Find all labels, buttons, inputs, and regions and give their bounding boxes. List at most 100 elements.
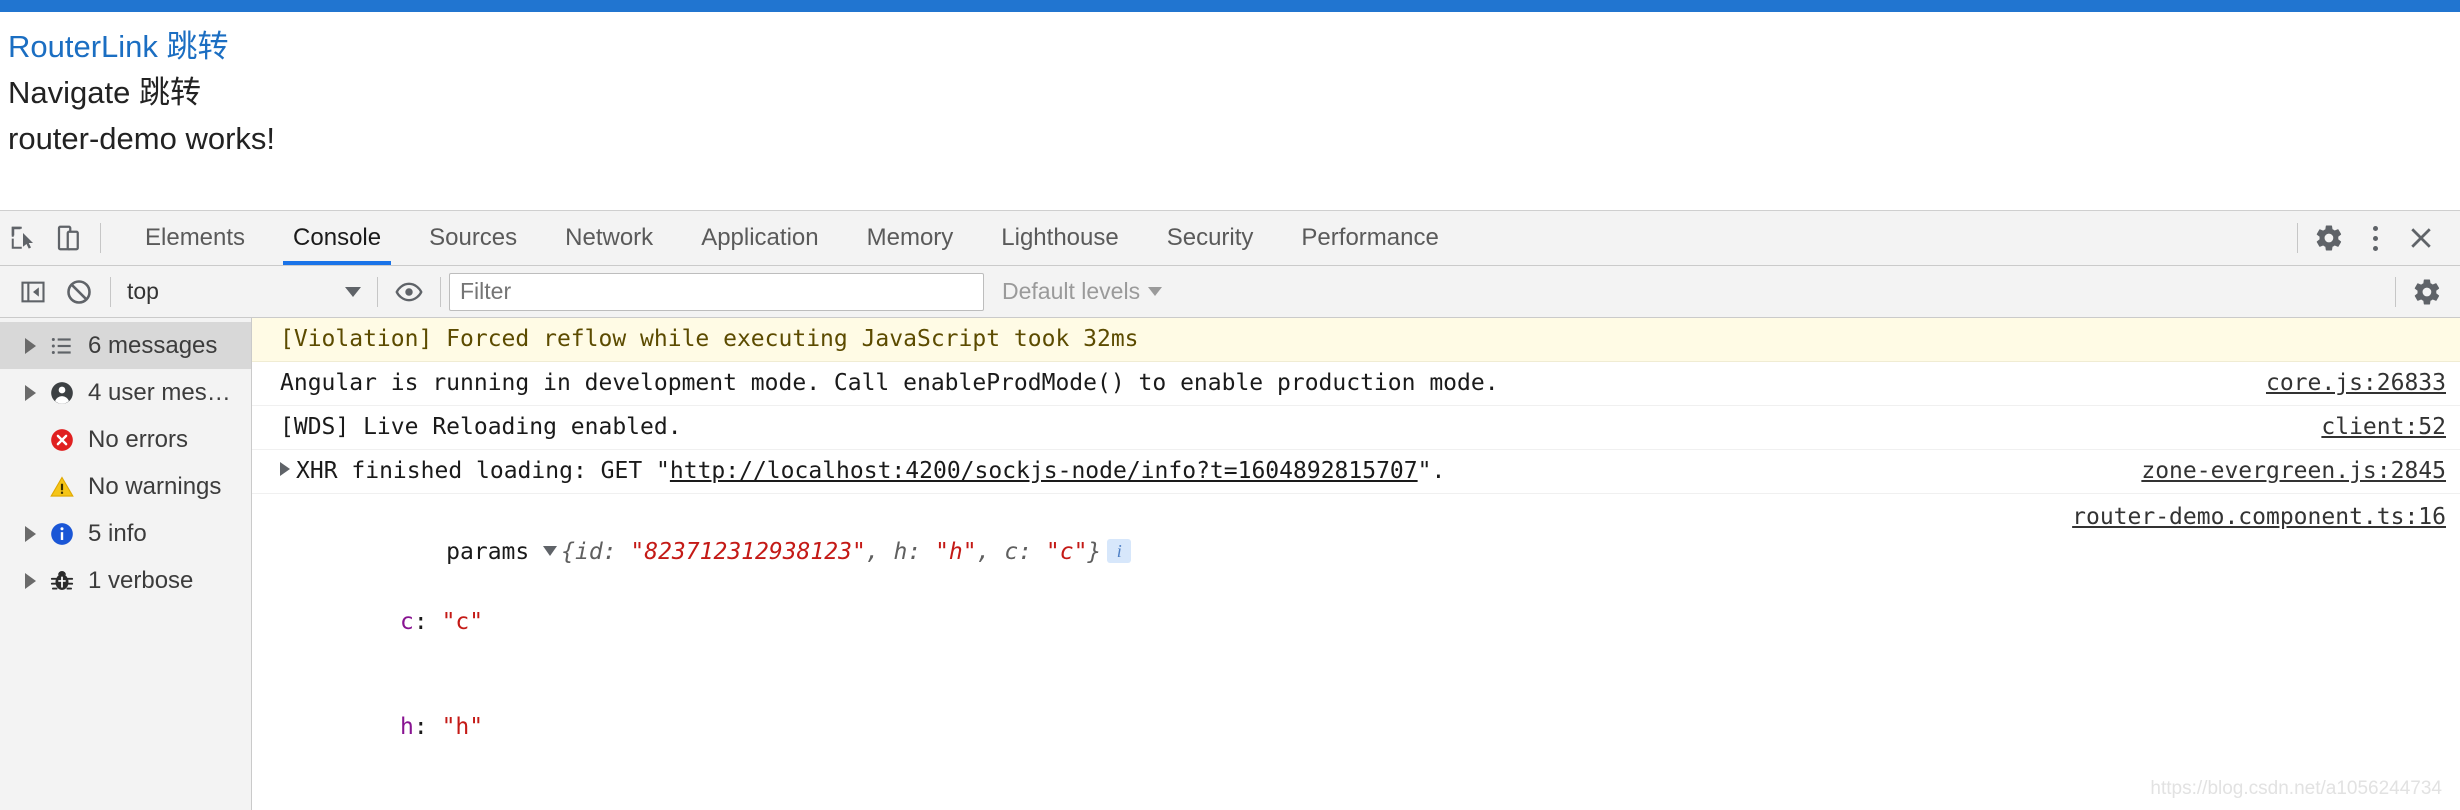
params-header-line: params {id: "823712312938123", h: "h", c… [446, 538, 1132, 565]
clear-console-icon[interactable] [56, 269, 102, 315]
params-prop-c: c: "c" [280, 605, 2054, 640]
sidebar-item-user-messages[interactable]: 4 user mes… [0, 369, 251, 416]
params-preview-close: } [1087, 538, 1102, 565]
console-body: 6 messages 4 user mes… No errors No warn… [0, 318, 2460, 810]
tab-performance[interactable]: Performance [1277, 211, 1462, 265]
expand-arrow-icon[interactable] [18, 525, 42, 542]
message-text: XHR finished loading: GET "http://localh… [280, 454, 2123, 489]
params-preview-val-c: "c" [1045, 538, 1088, 565]
tab-memory[interactable]: Memory [843, 211, 978, 265]
xhr-url-link[interactable]: http://localhost:4200/sockjs-node/info?t… [670, 458, 1418, 484]
sidebar-item-label: 5 info [88, 519, 147, 547]
info-badge-icon[interactable]: i [1107, 538, 1132, 563]
message-source-link[interactable]: client:52 [2321, 410, 2446, 445]
toolbar-divider [100, 223, 101, 253]
sidebar-item-label: No errors [88, 425, 189, 453]
message-source-link[interactable]: router-demo.component.ts:16 [2072, 500, 2446, 535]
devtools-tabstrip: Elements Console Sources Network Applica… [0, 211, 2460, 266]
settings-gear-icon[interactable] [2306, 215, 2352, 261]
live-expression-eye-icon[interactable] [386, 269, 432, 315]
tab-application[interactable]: Application [677, 211, 842, 265]
log-levels-label: Default levels [1002, 278, 1141, 304]
close-icon[interactable] [2398, 215, 2444, 261]
console-message-violation[interactable]: [Violation] Forced reflow while executin… [252, 318, 2460, 362]
devtools-tabstrip-actions [2289, 215, 2460, 261]
chevron-down-icon [345, 286, 361, 297]
sidebar-item-errors[interactable]: No errors [0, 416, 251, 463]
expand-arrow-icon[interactable] [280, 461, 290, 476]
sidebar-item-label: 6 messages [88, 331, 218, 359]
warning-icon [42, 474, 82, 500]
console-message-params[interactable]: params {id: "823712312938123", h: "h", c… [252, 494, 2460, 810]
tab-elements[interactable]: Elements [121, 211, 269, 265]
collapse-arrow-icon[interactable] [543, 545, 558, 556]
message-text: [Violation] Forced reflow while executin… [280, 326, 1139, 352]
execution-context-value: top [127, 278, 159, 304]
message-source-link[interactable]: core.js:26833 [2266, 366, 2446, 401]
console-toolbar-divider-3 [440, 276, 441, 307]
params-preview-open: { [561, 538, 575, 565]
console-message-wds[interactable]: [WDS] Live Reloading enabled. client:52 [252, 406, 2460, 450]
prop-value: "c" [441, 608, 484, 635]
params-sep-5: : [1018, 538, 1046, 565]
message-text: params {id: "823712312938123", h: "h", c… [280, 500, 2054, 810]
sidebar-item-warnings[interactable]: No warnings [0, 463, 251, 510]
console-toolbar-divider-1 [110, 276, 111, 307]
filter-input[interactable] [449, 272, 984, 311]
log-levels-dropdown[interactable]: Default levels [1002, 278, 1163, 305]
toolbar-divider-right [2297, 223, 2298, 253]
console-message-angular[interactable]: Angular is running in development mode. … [252, 362, 2460, 406]
prop-sep: : [413, 713, 442, 740]
sidebar-item-label: 1 verbose [88, 566, 194, 594]
console-toolbar: top Default levels [0, 266, 2460, 318]
params-label: params [446, 538, 530, 565]
inspect-element-icon[interactable] [0, 215, 46, 261]
device-toolbar-icon[interactable] [46, 215, 92, 261]
user-icon [42, 380, 82, 406]
sidebar-item-label: No warnings [88, 472, 222, 500]
params-preview-val-h: "h" [935, 538, 977, 565]
execution-context-select[interactable]: top [119, 275, 369, 309]
params-preview-key-c: c [1004, 538, 1019, 565]
console-sidebar-toggle-icon[interactable] [10, 269, 56, 315]
info-icon [42, 521, 82, 547]
expand-arrow-icon[interactable] [18, 572, 42, 589]
sidebar-item-messages[interactable]: 6 messages [0, 322, 251, 369]
chevron-down-icon-levels [1148, 287, 1163, 296]
tab-sources[interactable]: Sources [405, 211, 541, 265]
devtools-tabs: Elements Console Sources Network Applica… [121, 211, 1463, 265]
browser-top-bar [0, 0, 2460, 12]
message-text: [WDS] Live Reloading enabled. [280, 413, 682, 440]
tab-console[interactable]: Console [269, 211, 405, 265]
prop-key: h [400, 713, 414, 740]
list-icon [42, 333, 82, 359]
params-preview-val-id: "823712312938123" [630, 538, 866, 565]
console-toolbar-actions [2387, 269, 2450, 315]
params-preview-key-h: h [893, 538, 908, 565]
prop-value: "h" [441, 713, 484, 740]
console-message-xhr[interactable]: XHR finished loading: GET "http://localh… [252, 450, 2460, 494]
console-settings-gear-icon[interactable] [2404, 269, 2450, 315]
sidebar-item-info[interactable]: 5 info [0, 510, 251, 557]
expand-arrow-icon[interactable] [18, 384, 42, 401]
navigate-text: Navigate 跳转 [8, 74, 201, 110]
sidebar-item-verbose[interactable]: 1 verbose [0, 557, 251, 604]
prop-sep: : [413, 608, 442, 635]
console-messages-list: [Violation] Forced reflow while executin… [252, 318, 2460, 810]
error-icon [42, 427, 82, 453]
routerlink-navigate-link[interactable]: RouterLink 跳转 [8, 24, 2452, 70]
router-demo-works-text: router-demo works! [8, 120, 276, 156]
tab-lighthouse[interactable]: Lighthouse [977, 211, 1142, 265]
params-sep-4: , [976, 538, 1005, 565]
screenshot-root: RouterLink 跳转 Navigate 跳转 router-demo wo… [0, 0, 2460, 810]
more-options-icon[interactable] [2352, 215, 2398, 261]
console-toolbar-divider-4 [2395, 276, 2396, 307]
sidebar-item-label: 4 user mes… [88, 378, 231, 406]
expand-arrow-icon[interactable] [18, 337, 42, 354]
tab-security[interactable]: Security [1143, 211, 1278, 265]
devtools-panel: Elements Console Sources Network Applica… [0, 210, 2460, 810]
console-toolbar-divider-2 [377, 276, 378, 307]
tab-network[interactable]: Network [541, 211, 677, 265]
message-source-link[interactable]: zone-evergreen.js:2845 [2141, 454, 2446, 489]
xhr-prefix: XHR finished loading: GET " [296, 457, 670, 484]
